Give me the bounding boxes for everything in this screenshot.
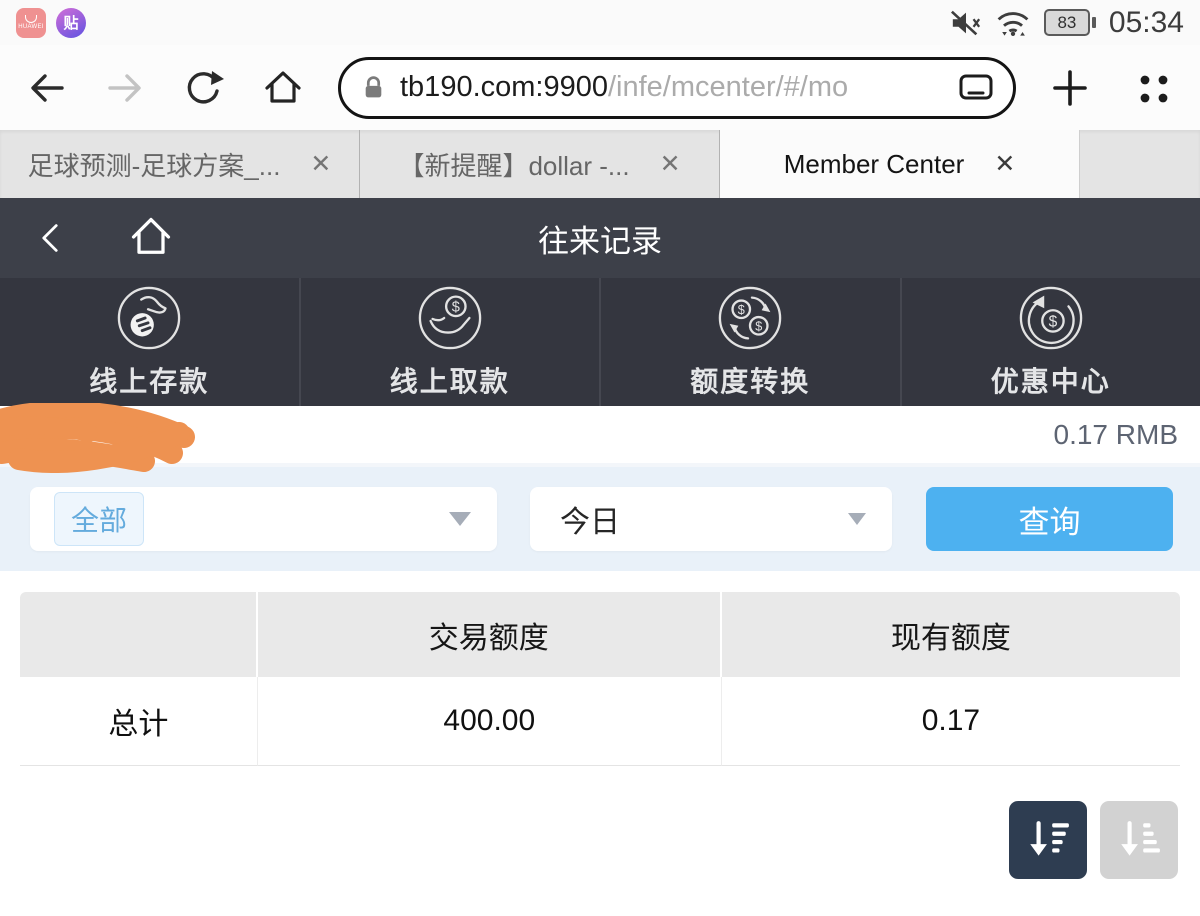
tab-label: Member Center (783, 148, 965, 179)
menu-item-quota-transfer[interactable]: $ $ 额度转换 (601, 278, 902, 406)
close-icon[interactable]: ✕ (310, 149, 331, 179)
mute-icon (950, 8, 982, 38)
menu-label: 额度转换 (690, 365, 811, 397)
chevron-down-icon (449, 512, 471, 526)
query-button[interactable]: 查询 (926, 487, 1173, 551)
battery-icon: 83 (1043, 9, 1096, 36)
username-scribble-redaction (0, 401, 209, 478)
menu-label: 优惠中心 (990, 365, 1111, 397)
new-tab-plus-icon[interactable] (1050, 68, 1090, 108)
sort-descending-icon (1025, 817, 1071, 863)
deposit-hand-cash-icon (116, 285, 182, 351)
header-current-amount: 现有额度 (721, 592, 1180, 677)
svg-text:$: $ (1048, 313, 1057, 330)
account-balance: 0.17 RMB (1053, 418, 1179, 450)
tieba-icon: 贴 (56, 7, 86, 38)
total-current-value: 0.17 (721, 677, 1180, 766)
menu-label: 线上存款 (89, 365, 210, 397)
total-label: 总计 (20, 677, 258, 766)
desktop-site-icon[interactable] (959, 73, 993, 103)
status-time: 05:34 (1108, 5, 1184, 39)
menu-label: 线上取款 (389, 365, 510, 397)
page-header: 往来记录 (0, 198, 1200, 278)
refresh-icon[interactable] (182, 67, 224, 109)
page-title: 往来记录 (538, 223, 662, 259)
sort-ascending-button[interactable] (1100, 801, 1178, 879)
nav-home-icon[interactable] (126, 213, 176, 261)
quick-menu: 线上存款 $ 线上取款 $ $ 额度转换 $ 优惠中心 (0, 278, 1200, 406)
chevron-down-icon (848, 513, 866, 525)
account-row: 0.17 RMB (0, 401, 1200, 473)
svg-text:$: $ (755, 319, 762, 333)
url-domain: tb190.com:9900 (400, 71, 608, 103)
nav-back-icon[interactable] (36, 216, 64, 260)
wifi-icon (995, 7, 1031, 39)
sort-ascending-icon (1116, 817, 1162, 863)
url-path: /infe/mcenter/#/mo (607, 71, 849, 103)
url-text[interactable]: tb190.com:9900/infe/mcenter/#/mo (400, 71, 945, 104)
date-filter-dropdown[interactable]: 今日 (530, 487, 892, 551)
url-bar[interactable]: tb190.com:9900/infe/mcenter/#/mo (338, 56, 1016, 119)
table-row-total: 总计 400.00 0.17 (20, 677, 1180, 766)
back-icon[interactable] (26, 67, 68, 109)
battery-level: 83 (1043, 9, 1090, 36)
appgallery-bag-glyph (25, 15, 37, 23)
close-icon[interactable]: ✕ (994, 149, 1015, 179)
tab-football-predict[interactable]: 足球预测-足球方案_... ✕ (0, 130, 360, 198)
type-filter-dropdown[interactable]: 全部 (30, 487, 497, 551)
tabs-menu-icon[interactable] (1134, 68, 1174, 108)
status-indicators: 83 05:34 (950, 6, 1184, 40)
svg-text:$: $ (738, 303, 745, 317)
status-app-icons: HUAWEI 贴 (16, 7, 86, 38)
lock-icon (361, 75, 386, 101)
header-empty (20, 592, 258, 677)
close-icon[interactable]: ✕ (660, 149, 681, 179)
promo-coin-cycle-icon: $ (1018, 285, 1084, 351)
appgallery-label: HUAWEI (18, 24, 44, 30)
browser-toolbar: tb190.com:9900/infe/mcenter/#/mo (0, 45, 1200, 130)
menu-item-online-deposit[interactable]: 线上存款 (0, 278, 301, 406)
tab-new-alert-dollar[interactable]: 【新提醒】dollar -... ✕ (360, 130, 720, 198)
tab-strip: 足球预测-足球方案_... ✕ 【新提醒】dollar -... ✕ Membe… (0, 130, 1200, 198)
battery-nub (1091, 17, 1096, 28)
menu-item-promo-center[interactable]: $ 优惠中心 (902, 278, 1200, 406)
header-transaction-amount: 交易额度 (257, 592, 722, 677)
summary-table: 交易额度 现有额度 总计 400.00 0.17 (20, 592, 1180, 766)
withdraw-hand-coin-icon: $ (417, 285, 483, 351)
forward-icon[interactable] (104, 67, 146, 109)
home-icon[interactable] (260, 66, 306, 110)
tab-member-center[interactable]: Member Center ✕ (720, 130, 1080, 198)
total-transaction-value: 400.00 (257, 677, 722, 766)
table-header-row: 交易额度 现有额度 (20, 592, 1180, 677)
tab-strip-filler (1080, 130, 1200, 198)
sort-descending-button[interactable] (1009, 801, 1087, 879)
tieba-label: 贴 (63, 15, 79, 32)
menu-item-online-withdraw[interactable]: $ 线上取款 (301, 278, 601, 406)
type-filter-value: 全部 (54, 492, 145, 546)
filter-bar: 全部 今日 查询 (0, 467, 1200, 571)
status-bar: HUAWEI 贴 83 05:34 (0, 0, 1200, 45)
svg-text:$: $ (452, 299, 460, 315)
huawei-appgallery-icon: HUAWEI (16, 7, 46, 38)
sort-controls (22, 801, 1178, 879)
tab-label: 足球预测-足球方案_... (27, 150, 281, 181)
date-filter-value: 今日 (560, 506, 620, 539)
tab-label: 【新提醒】dollar -... (398, 150, 630, 181)
exchange-coins-icon: $ $ (717, 285, 783, 351)
